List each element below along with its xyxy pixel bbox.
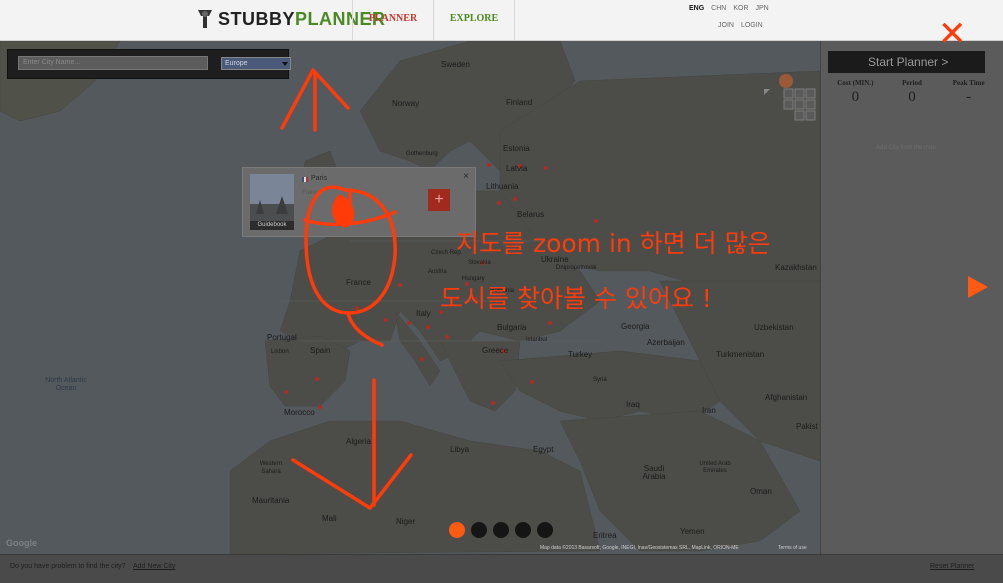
carousel-dot-4[interactable] xyxy=(515,522,531,538)
arrow-down-head xyxy=(291,453,413,510)
carousel-dot-3[interactable] xyxy=(493,522,509,538)
mouse-cable xyxy=(346,311,384,347)
carousel-dots xyxy=(449,522,553,538)
tutorial-note-line1: 지도를 zoom in 하면 더 많은 xyxy=(456,229,771,258)
tutorial-note-line2: 도시를 찾아볼 수 있어요 ! xyxy=(440,284,712,313)
close-tutorial-icon[interactable]: ✕ xyxy=(938,17,967,51)
carousel-dot-2[interactable] xyxy=(471,522,487,538)
carousel-dot-5[interactable] xyxy=(537,522,553,538)
next-slide-arrow[interactable] xyxy=(968,276,988,298)
carousel-dot-1[interactable] xyxy=(449,522,465,538)
